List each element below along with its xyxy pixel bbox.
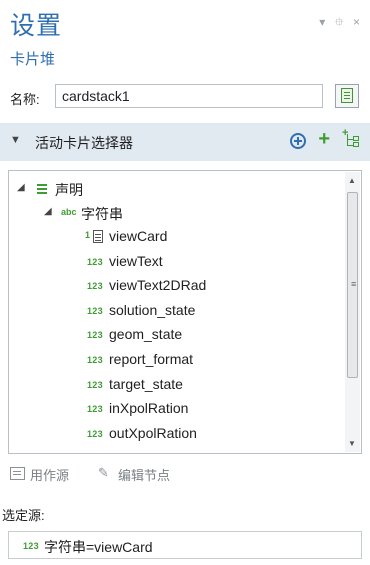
- scroll-down-icon[interactable]: ▼: [348, 439, 356, 448]
- name-label: 名称:: [10, 92, 40, 107]
- add-circle-icon[interactable]: [290, 133, 306, 149]
- tree-item[interactable]: 123 inXpolRation: [9, 398, 345, 422]
- number-type-icon: 123: [87, 355, 103, 365]
- edit-node-icon: ✎: [98, 465, 109, 480]
- use-as-source-icon: [10, 467, 25, 480]
- tree-item[interactable]: 1 viewCard: [9, 226, 345, 250]
- tree-item[interactable]: 123 outXpolRation: [9, 423, 345, 447]
- document-icon: [341, 88, 353, 103]
- tree-item-label: outXpolRation: [109, 425, 197, 441]
- declaration-icon: [37, 184, 47, 194]
- tree-item[interactable]: 123 viewText: [9, 251, 345, 275]
- name-options-button[interactable]: [335, 84, 359, 108]
- pin-icon[interactable]: ⯐: [335, 15, 344, 29]
- tree-node-declarations[interactable]: ◢ 声明: [9, 178, 345, 202]
- tree-node-strings[interactable]: ◢ abc 字符串: [9, 202, 345, 226]
- window-controls: ▾ ⯐ ×: [313, 13, 360, 34]
- scroll-thumb[interactable]: ≡: [347, 192, 358, 378]
- selected-source-label: 选定源:: [2, 508, 45, 523]
- tree-item-label: viewText: [109, 253, 163, 269]
- tree-item-label: viewCard: [109, 228, 168, 244]
- settings-header: 设置 ▾ ⯐ × 卡片堆: [0, 0, 370, 80]
- selected-source-field: 123 字符串=viewCard: [8, 531, 362, 559]
- number-type-icon: 123: [87, 330, 103, 340]
- close-icon[interactable]: ×: [353, 15, 360, 29]
- number-type-icon: 123: [87, 404, 103, 414]
- tree-node-label: 声明: [55, 182, 83, 198]
- collapse-icon[interactable]: ◢: [44, 206, 52, 217]
- tree-scrollbar[interactable]: ▲ ≡ ▼: [345, 172, 360, 452]
- collapse-icon[interactable]: ◢: [17, 182, 25, 193]
- tree-item[interactable]: 123 viewText2DRad: [9, 275, 345, 299]
- array-variable-icon: 1: [85, 230, 107, 244]
- tree-item-label: solution_state: [109, 302, 196, 318]
- tree-item-label: inXpolRation: [109, 400, 189, 416]
- tree-item-label: report_format: [109, 351, 194, 367]
- number-type-icon: 123: [87, 281, 103, 291]
- string-type-icon: abc: [61, 207, 77, 217]
- tree-item-label: viewText2DRad: [109, 277, 207, 293]
- add-tree-node-icon[interactable]: +: [342, 127, 360, 150]
- declaration-tree[interactable]: ◢ 声明 ◢ abc 字符串 1 viewCard 123 viewText 1…: [8, 170, 362, 454]
- grip-icon: ≡: [351, 279, 357, 289]
- number-type-icon: 123: [87, 257, 103, 267]
- chevron-down-icon[interactable]: ▼: [10, 134, 21, 146]
- scroll-up-icon[interactable]: ▲: [348, 176, 356, 185]
- tree-node-label: 字符串: [81, 206, 123, 222]
- page-subtitle: 卡片堆: [10, 51, 56, 68]
- number-type-icon: 123: [87, 380, 103, 390]
- add-icon[interactable]: +: [318, 128, 330, 151]
- number-type-icon: 123: [87, 429, 103, 439]
- name-row: 名称:: [0, 84, 370, 112]
- tree-item-label: geom_state: [109, 326, 183, 342]
- tree-item[interactable]: 123 target_state: [9, 374, 345, 398]
- dropdown-icon[interactable]: ▾: [319, 15, 325, 29]
- use-as-source-label: 用作源: [30, 468, 70, 483]
- active-card-selector-header[interactable]: ▼ 活动卡片选择器 + +: [0, 123, 370, 161]
- name-input[interactable]: [55, 84, 323, 108]
- number-type-icon: 123: [23, 541, 39, 551]
- selected-source-value: 字符串=viewCard: [44, 539, 153, 555]
- number-type-icon: 123: [87, 306, 103, 316]
- tree-item-label: target_state: [109, 376, 183, 392]
- tree-item[interactable]: 123 geom_state: [9, 324, 345, 348]
- section-title: 活动卡片选择器: [35, 135, 133, 151]
- tree-item[interactable]: 123 solution_state: [9, 300, 345, 324]
- edit-node-label: 编辑节点: [118, 468, 171, 483]
- tree-item[interactable]: 123 report_format: [9, 349, 345, 373]
- page-title: 设置: [10, 12, 63, 40]
